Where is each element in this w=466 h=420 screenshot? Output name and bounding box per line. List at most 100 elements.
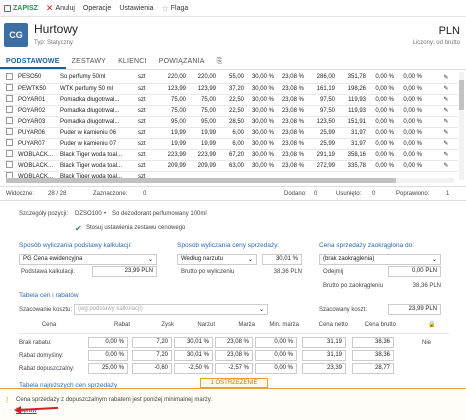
row-checkbox[interactable] xyxy=(4,72,16,84)
row-flag xyxy=(424,116,434,128)
edit-icon: ✎ xyxy=(443,97,449,103)
warnings-tab[interactable]: 1 OSTRZEŻENIE xyxy=(200,378,268,388)
row-actions[interactable]: ✎ xyxy=(434,94,458,106)
table-row[interactable]: PUYAR07 Puder w kamieniu 07 szt 19,99 19,99 6… xyxy=(4,138,458,150)
row-flag xyxy=(424,83,434,95)
price-cell[interactable]: 38,36 xyxy=(352,350,394,361)
row-cell: 0,00 % xyxy=(396,72,424,84)
row-cell: 30,00 % xyxy=(246,116,276,128)
price-cell[interactable]: 30,01 % xyxy=(174,337,213,348)
tab-basic[interactable]: PODSTAWOWE xyxy=(0,54,66,69)
row-actions[interactable]: ✎ xyxy=(434,127,458,139)
paperclip-icon[interactable]: ⎘ xyxy=(211,54,229,69)
price-cell[interactable]: 0,00 % xyxy=(255,337,297,348)
row-flag xyxy=(424,149,434,161)
settings-menu[interactable]: Ustawienia xyxy=(119,5,153,12)
sell-percent-field[interactable]: 30,01 % xyxy=(262,254,302,265)
price-cell[interactable]: 0,00 % xyxy=(88,337,128,348)
row-checkbox[interactable] xyxy=(4,83,16,95)
row-actions[interactable]: ✎ xyxy=(434,105,458,117)
purchase-cost-select[interactable]: (wg podstawy kalkulacji) ⌄ xyxy=(74,304,268,315)
round-select[interactable]: (brak zaokrąglenia) ⌄ xyxy=(319,254,441,265)
rebates-link[interactable]: Tabela cen i rabatów xyxy=(19,292,79,299)
row-code: POYAR03 xyxy=(16,116,58,128)
price-cell[interactable]: 31,19 xyxy=(302,350,346,361)
row-cell: 23,08 % xyxy=(276,94,306,106)
tab-clients[interactable]: KLIENCI xyxy=(112,54,153,69)
round-subtract-field[interactable]: 0,00 PLN xyxy=(388,266,441,277)
basic-base-field[interactable]: 23,99 PLN xyxy=(92,266,157,277)
tab-sets[interactable]: ZESTAWY xyxy=(66,54,112,69)
price-cell[interactable]: 31,19 xyxy=(302,337,346,348)
price-table-header: Cena brutto xyxy=(364,322,396,328)
row-checkbox[interactable] xyxy=(4,105,16,117)
flag-button[interactable]: ☆ Flaga xyxy=(162,4,189,12)
price-cell[interactable]: -2,57 % xyxy=(215,363,253,374)
save-button[interactable]: ZAPISZ xyxy=(4,4,38,12)
price-cell[interactable]: 23,39 xyxy=(302,363,346,374)
row-cell: 19,99 xyxy=(158,138,188,150)
row-cell: 6,00 xyxy=(218,138,246,150)
price-row-suffix[interactable]: Nie xyxy=(422,340,431,346)
tab-relations[interactable]: POWIĄZANIA xyxy=(153,54,211,69)
basic-method-select[interactable]: PG Cena ewidencyjna ⌄ xyxy=(19,254,157,265)
price-cell[interactable]: 7,20 xyxy=(132,337,172,348)
row-cell: 209,99 xyxy=(158,160,188,172)
row-checkbox[interactable] xyxy=(4,160,16,172)
row-cell: 23,08 % xyxy=(276,127,306,139)
table-row[interactable]: PEWTK50 WTK perfumy 50 ml szt 123,99 123,99 3… xyxy=(4,83,458,95)
table-row[interactable]: POYAR01 Pomadka długotrwal... szt 75,00 75,0… xyxy=(4,94,458,106)
price-cell[interactable]: 28,77 xyxy=(352,363,394,374)
row-checkbox[interactable] xyxy=(4,127,16,139)
price-cell[interactable]: 25,00 % xyxy=(88,363,128,374)
price-cell[interactable]: -2,50 % xyxy=(174,363,213,374)
vertical-scrollbar[interactable] xyxy=(459,72,464,180)
price-table-header: Narzut xyxy=(197,322,215,328)
row-checkbox[interactable] xyxy=(4,149,16,161)
position-label: Szczegóły pozycji: xyxy=(19,211,69,217)
row-actions[interactable]: ✎ xyxy=(434,160,458,172)
cost-field[interactable]: 23,99 PLN xyxy=(388,304,441,315)
table-row[interactable]: WOBLACK... Black Tiger woda toal... szt 223… xyxy=(4,149,458,161)
row-unit: szt xyxy=(136,127,158,139)
position-code: DZSO100 xyxy=(75,211,102,217)
sell-method-select[interactable]: Według narzutu ⌄ xyxy=(177,254,257,265)
row-actions[interactable]: ✎ xyxy=(434,83,458,95)
price-cell[interactable]: 0,00 % xyxy=(255,363,297,374)
row-cell: 0,00 % xyxy=(368,127,396,139)
table-row[interactable]: POYAR03 Pomadka długotrwal... szt 95,00 95,0… xyxy=(4,116,458,128)
row-cell: 358,16 xyxy=(337,149,368,161)
row-actions[interactable]: ✎ xyxy=(434,149,458,161)
row-actions[interactable]: ✎ xyxy=(434,138,458,150)
price-cell[interactable]: 30,01 % xyxy=(174,350,213,361)
row-unit: szt xyxy=(136,72,158,84)
price-cell[interactable]: 0,00 % xyxy=(88,350,128,361)
table-row[interactable]: WOBLACK... Black Tiger woda toal... szt 209… xyxy=(4,160,458,172)
price-cell[interactable]: 23,08 % xyxy=(215,337,253,348)
check-icon[interactable]: ✔ xyxy=(75,224,82,233)
price-cell[interactable]: 23,08 % xyxy=(215,350,253,361)
cancel-button[interactable]: ✕ Anuluj xyxy=(46,3,75,12)
price-row-label: Rabat dopuszczalny: xyxy=(19,366,75,372)
row-checkbox[interactable] xyxy=(4,94,16,106)
price-cell[interactable]: 38,36 xyxy=(352,337,394,348)
price-table-header: Cena netto xyxy=(318,322,348,328)
row-cell: 286,00 xyxy=(306,72,337,84)
row-checkbox[interactable] xyxy=(4,116,16,128)
row-cell: 220,00 xyxy=(188,72,218,84)
row-cell: 0,00 % xyxy=(368,149,396,161)
price-cell[interactable]: 0,00 % xyxy=(255,350,297,361)
operations-menu[interactable]: Operacje xyxy=(83,5,111,12)
horizontal-scrollbar[interactable] xyxy=(6,178,454,183)
price-cell[interactable]: -0,60 xyxy=(132,363,172,374)
row-actions[interactable]: ✎ xyxy=(434,72,458,84)
row-cell: 335,78 xyxy=(337,160,368,172)
table-row[interactable]: PUYAR06 Puder w kamieniu 06 szt 19,99 19,99 6… xyxy=(4,127,458,139)
row-checkbox[interactable] xyxy=(4,138,16,150)
row-actions[interactable]: ✎ xyxy=(434,116,458,128)
table-row[interactable]: PESO50 So perfumy 50ml szt 220,00 220,00 55,0… xyxy=(4,72,458,84)
price-cell[interactable]: 7,20 xyxy=(132,350,172,361)
edit-icon: ✎ xyxy=(443,119,449,125)
toolbar: ZAPISZ ✕ Anuluj Operacje Ustawienia ☆ Fl… xyxy=(0,0,466,17)
table-row[interactable]: POYAR02 Pomadka długotrwal... szt 75,00 75,0… xyxy=(4,105,458,117)
